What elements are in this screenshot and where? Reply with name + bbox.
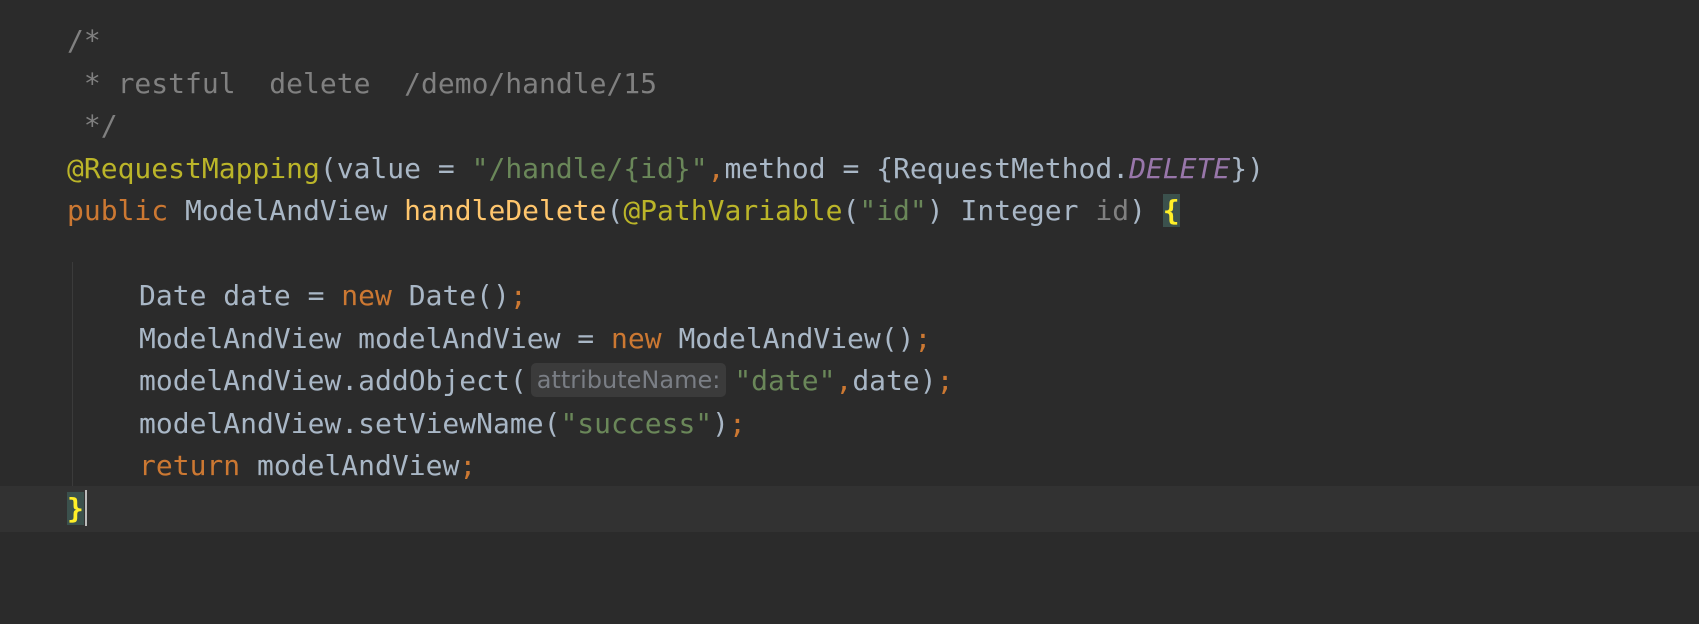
semicolon: ; [729,407,746,440]
string-id: "id" [859,194,927,227]
constructor-call: Date() [391,279,510,312]
code-line-1[interactable]: /* [0,18,1699,64]
keyword-public: public [67,194,169,227]
return-value: modelAndView [240,449,460,482]
comma: , [707,152,725,185]
matched-close-brace: } [67,492,84,525]
comma: , [835,364,853,397]
path-string: "/handle/{id}" [471,152,708,185]
date-declaration: Date date = [139,279,342,312]
comment-body: * restful delete /demo/handle/15 [67,67,658,100]
model-declaration: ModelAndView modelAndView = [139,322,612,355]
keyword-new: new [611,322,662,355]
semicolon: ; [914,322,932,355]
keyword-new: new [341,279,392,312]
keyword-return: return [139,449,241,482]
code-editor[interactable]: /* * restful delete /demo/handle/15 */ @… [0,0,1699,591]
paren: ( [319,152,337,185]
code-line-7[interactable]: Date date = new Date(); [0,273,1699,319]
semicolon: ; [509,279,527,312]
operator: = [421,152,472,185]
semicolon: ; [936,364,954,397]
enum-constant: DELETE [1129,152,1231,185]
comment-open: /* [67,24,101,57]
paren: ( [606,194,624,227]
code-line-2[interactable]: * restful delete /demo/handle/15 [0,61,1699,107]
param-name: id [1095,194,1130,227]
paren: ( [842,194,860,227]
param-type: Integer [943,194,1096,227]
code-line-3[interactable]: */ [0,103,1699,149]
code-line-9[interactable]: modelAndView.addObject(attributeName: "da… [0,358,1699,404]
set-view-name-call: modelAndView.setViewName( [139,407,561,440]
annotation-path-variable: @PathVariable [623,194,843,227]
code-line-8[interactable]: ModelAndView modelAndView = new ModelAnd… [0,316,1699,362]
arg-date: date) [852,364,937,397]
paren: ) [926,194,944,227]
operator: = [825,152,877,185]
brace-close: }) [1230,152,1264,185]
constructor-call: ModelAndView() [661,322,915,355]
attr-method: method [724,152,826,185]
string-success: "success" [560,407,713,440]
code-line-4[interactable]: @RequestMapping(value = "/handle/{id}",m… [0,146,1699,192]
add-object-call: modelAndView.addObject( [139,364,527,397]
code-line-12-current[interactable]: } [0,486,1699,532]
return-type: ModelAndView [168,194,405,227]
enum-class: RequestMethod. [893,152,1130,185]
code-line-11[interactable]: return modelAndView; [0,443,1699,489]
parameter-hint: attributeName: [530,363,727,397]
comment-close: */ [67,109,118,142]
string-date: "date" [734,364,836,397]
matched-open-brace: { [1162,194,1180,227]
attr-value: value [336,152,422,185]
code-line-5[interactable]: public ModelAndView handleDelete(@PathVa… [0,188,1699,234]
code-line-6[interactable] [0,231,1699,277]
annotation-request-mapping: @RequestMapping [67,152,320,185]
brace: { [876,152,894,185]
code-line-10[interactable]: modelAndView.setViewName("success"); [0,401,1699,447]
paren: ) [712,407,730,440]
method-name: handleDelete [404,194,607,227]
semicolon: ; [459,449,477,482]
text-caret [84,490,87,526]
paren: ) [1129,194,1163,227]
